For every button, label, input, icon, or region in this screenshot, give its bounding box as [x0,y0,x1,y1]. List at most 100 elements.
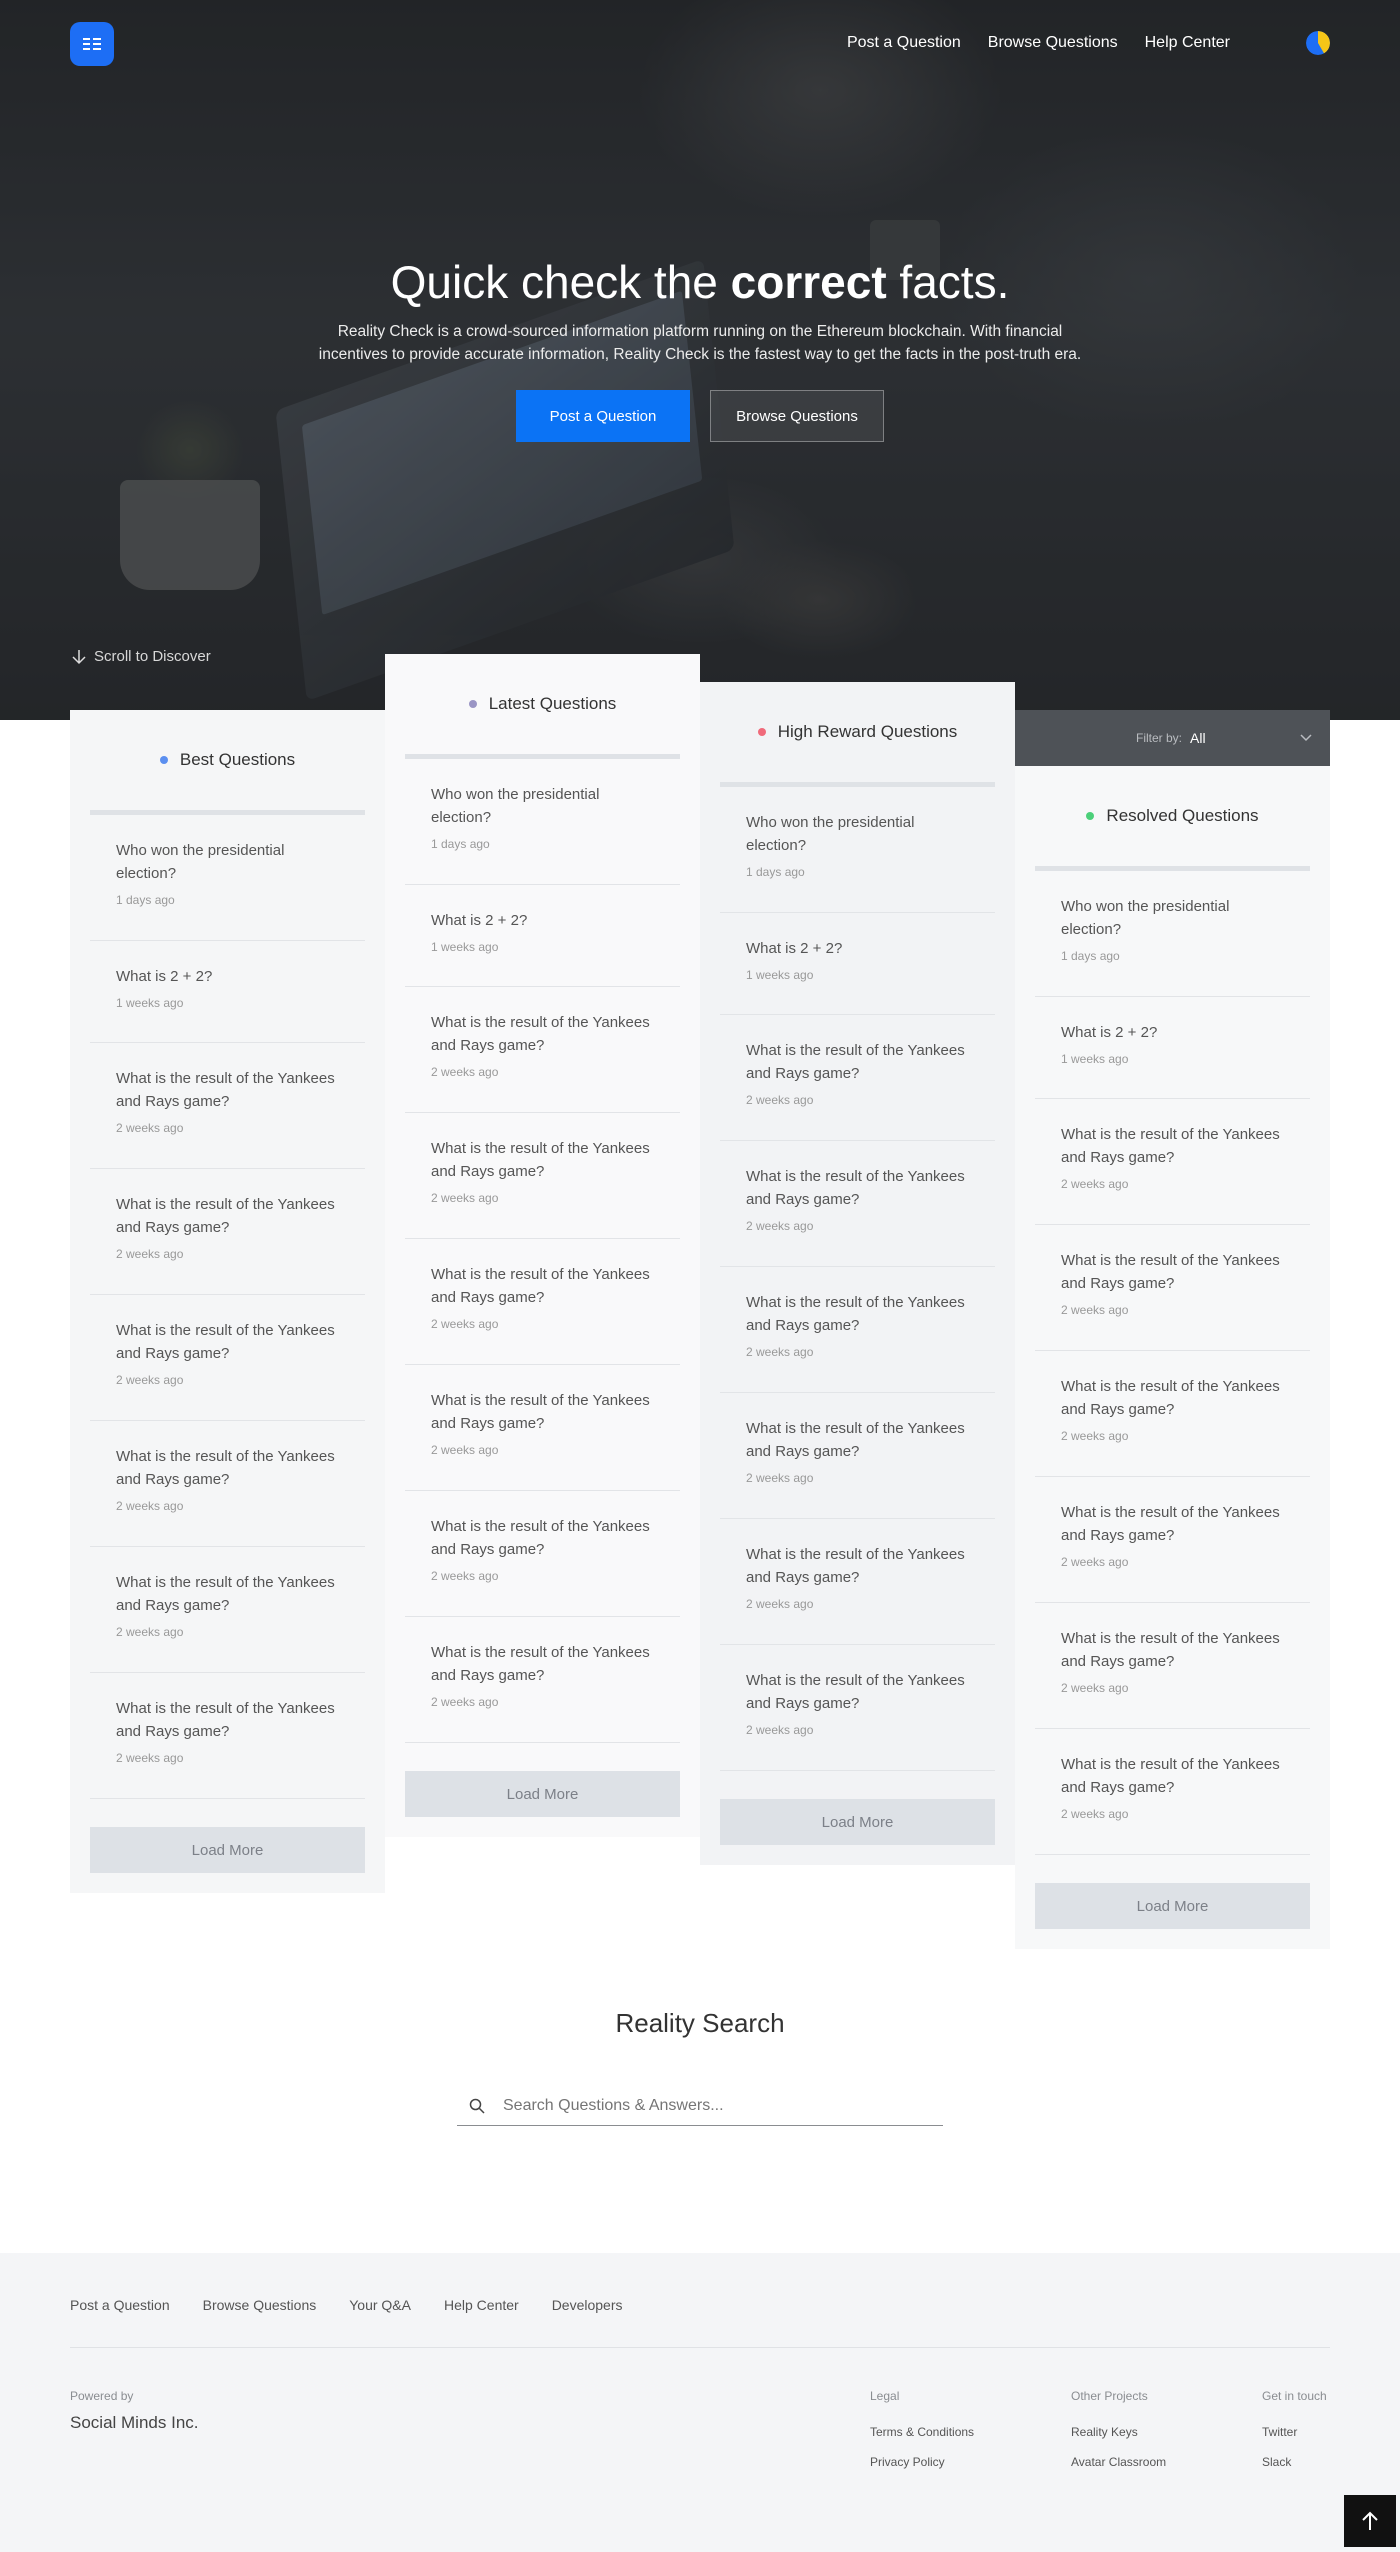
question-item[interactable]: What is the result of the Yankees and Ra… [720,1393,995,1519]
question-date: 1 days ago [116,893,175,907]
filter-bar[interactable]: Filter by: All [1015,710,1330,766]
footer-link-browse[interactable]: Browse Questions [203,2297,317,2313]
twitter-link[interactable]: Twitter [1262,2425,1327,2439]
question-item[interactable]: What is the result of the Yankees and Ra… [90,1421,365,1547]
question-text: What is 2 + 2? [116,968,213,985]
logo[interactable] [70,22,114,66]
question-text: Who won the presidential election? [1061,898,1230,938]
question-item[interactable]: What is the result of the Yankees and Ra… [720,1645,995,1771]
question-item[interactable]: What is the result of the Yankees and Ra… [720,1267,995,1393]
load-more-button[interactable]: Load More [1035,1883,1310,1929]
question-date: 2 weeks ago [746,1219,814,1233]
search-box [457,2086,943,2126]
question-item[interactable]: What is the result of the Yankees and Ra… [405,1113,680,1239]
question-item[interactable]: What is the result of the Yankees and Ra… [720,1519,995,1645]
question-item[interactable]: What is the result of the Yankees and Ra… [405,987,680,1113]
question-text: What is the result of the Yankees and Ra… [746,1042,965,1082]
slack-link[interactable]: Slack [1262,2455,1327,2469]
question-date: 2 weeks ago [116,1373,184,1387]
question-item[interactable]: Who won the presidential election? 1 days… [405,759,680,885]
question-date: 1 days ago [746,865,805,879]
question-text: Who won the presidential election? [116,842,285,882]
hero-description: Reality Check is a crowd-sourced informa… [318,323,1082,363]
question-text: What is 2 + 2? [431,912,528,929]
load-more-button[interactable]: Load More [90,1827,365,1873]
scroll-to-discover[interactable]: Scroll to Discover [72,648,211,665]
question-text: What is the result of the Yankees and Ra… [1061,1630,1280,1670]
question-item[interactable]: Who won the presidential election? 1 days… [1035,871,1310,997]
hero: Post a Question Browse Questions Help Ce… [0,0,1400,720]
question-item[interactable]: What is the result of the Yankees and Ra… [1035,1351,1310,1477]
footer-link-post[interactable]: Post a Question [70,2297,170,2313]
load-more-button[interactable]: Load More [720,1799,995,1845]
filter-select[interactable]: All [1190,730,1300,746]
question-text: What is the result of the Yankees and Ra… [431,1140,650,1180]
footer-legal-heading: Legal [870,2389,900,2403]
question-item[interactable]: What is the result of the Yankees and Ra… [405,1491,680,1617]
question-item[interactable]: What is the result of the Yankees and Ra… [405,1617,680,1743]
scroll-to-top-button[interactable] [1344,2495,1396,2547]
column-high-reward: High Reward Questions Who won the preside… [700,682,1015,1865]
search-input[interactable] [497,2096,917,2115]
question-date: 2 weeks ago [431,1065,499,1079]
terms-link[interactable]: Terms & Conditions [870,2425,974,2439]
footer-projects-heading: Other Projects [1071,2389,1148,2403]
chevron-down-icon [1300,734,1312,742]
question-item[interactable]: What is the result of the Yankees and Ra… [405,1365,680,1491]
question-item[interactable]: What is 2 + 2? 1 weeks ago [90,941,365,1043]
reality-keys-link[interactable]: Reality Keys [1071,2425,1166,2439]
browse-questions-button[interactable]: Browse Questions [710,390,884,442]
question-item[interactable]: Who won the presidential election? 1 days… [720,787,995,913]
footer-link-help[interactable]: Help Center [444,2297,519,2313]
footer-links: Post a Question Browse Questions Your Q&… [70,2297,623,2313]
question-item[interactable]: What is the result of the Yankees and Ra… [405,1239,680,1365]
question-text: What is the result of the Yankees and Ra… [1061,1378,1280,1418]
question-item[interactable]: What is the result of the Yankees and Ra… [1035,1099,1310,1225]
question-item[interactable]: What is the result of the Yankees and Ra… [90,1295,365,1421]
question-text: What is the result of the Yankees and Ra… [431,1014,650,1054]
question-date: 2 weeks ago [1061,1555,1129,1569]
footer-link-your-qa[interactable]: Your Q&A [349,2297,411,2313]
question-text: What is the result of the Yankees and Ra… [431,1266,650,1306]
load-more-button[interactable]: Load More [405,1771,680,1817]
question-date: 1 weeks ago [116,996,184,1010]
question-date: 2 weeks ago [431,1317,499,1331]
filter-label: Filter by: [1135,731,1182,745]
question-item[interactable]: What is the result of the Yankees and Ra… [1035,1225,1310,1351]
question-item[interactable]: Who won the presidential election? 1 days… [90,815,365,941]
search-title: Reality Search [615,2008,785,2038]
question-list: Who won the presidential election? 1 days… [700,787,1015,1771]
question-item[interactable]: What is the result of the Yankees and Ra… [90,1169,365,1295]
status-dot [1086,812,1095,820]
question-item[interactable]: What is the result of the Yankees and Ra… [90,1043,365,1169]
question-item[interactable]: What is the result of the Yankees and Ra… [90,1547,365,1673]
question-item[interactable]: What is the result of the Yankees and Ra… [720,1141,995,1267]
question-text: What is the result of the Yankees and Ra… [746,1672,965,1712]
top-nav: Post a Question Browse Questions Help Ce… [847,34,1230,52]
nav-help-center[interactable]: Help Center [1145,34,1230,52]
arrow-up-icon [1362,2511,1378,2530]
question-date: 1 days ago [1061,949,1120,963]
question-item[interactable]: What is the result of the Yankees and Ra… [1035,1729,1310,1855]
post-question-button[interactable]: Post a Question [516,390,690,442]
footer-link-developers[interactable]: Developers [552,2297,623,2313]
question-text: What is the result of the Yankees and Ra… [116,1574,335,1614]
question-date: 2 weeks ago [1061,1429,1129,1443]
nav-browse-questions[interactable]: Browse Questions [988,34,1118,52]
avatar[interactable] [1306,31,1330,55]
question-item[interactable]: What is the result of the Yankees and Ra… [720,1015,995,1141]
question-text: What is the result of the Yankees and Ra… [116,1070,335,1110]
question-item[interactable]: What is the result of the Yankees and Ra… [90,1673,365,1799]
question-item[interactable]: What is the result of the Yankees and Ra… [1035,1477,1310,1603]
footer-projects: Other Projects Reality Keys Avatar Class… [1071,2389,1166,2485]
question-item[interactable]: What is 2 + 2? 1 weeks ago [1035,997,1310,1099]
question-item[interactable]: What is 2 + 2? 1 weeks ago [405,885,680,987]
nav-post-question[interactable]: Post a Question [847,34,961,52]
avatar-classroom-link[interactable]: Avatar Classroom [1071,2455,1166,2469]
question-item[interactable]: What is 2 + 2? 1 weeks ago [720,913,995,1015]
question-date: 2 weeks ago [431,1569,499,1583]
question-text: What is the result of the Yankees and Ra… [431,1392,650,1432]
privacy-link[interactable]: Privacy Policy [870,2455,974,2469]
question-date: 2 weeks ago [746,1597,814,1611]
question-item[interactable]: What is the result of the Yankees and Ra… [1035,1603,1310,1729]
